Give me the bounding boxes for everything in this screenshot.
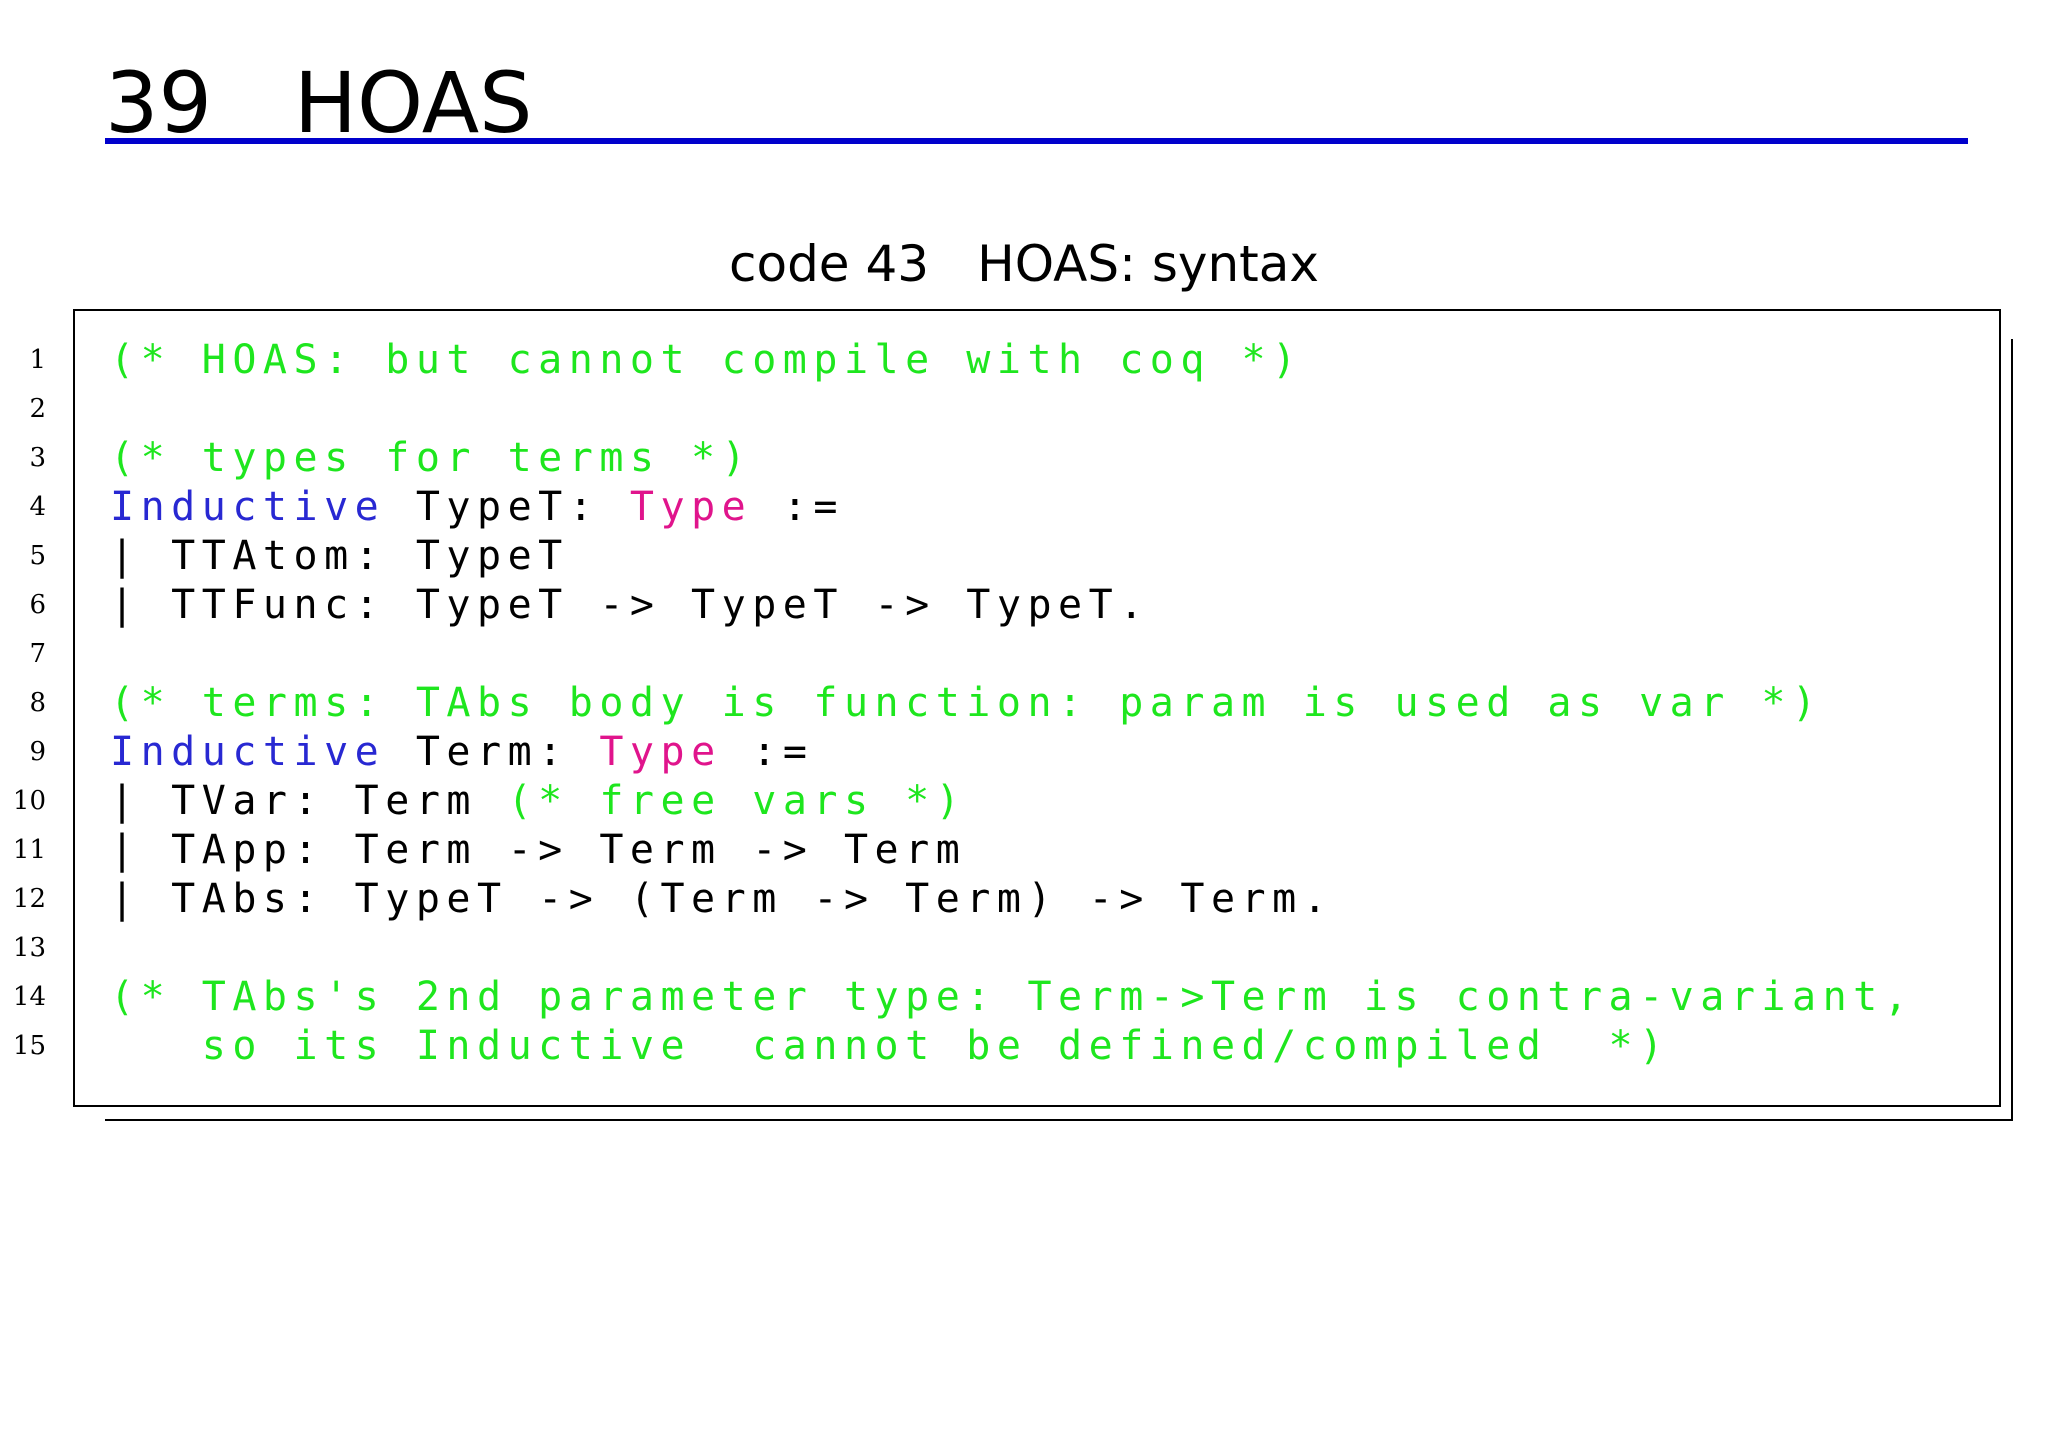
code-line: Inductive TypeT: Type := [110, 483, 1914, 532]
line-number: 11 [12, 835, 46, 865]
code-line: (* terms: TAbs body is function: param i… [110, 679, 1914, 728]
code-listing-body: (* HOAS: but cannot compile with coq *) (… [110, 336, 1914, 1071]
line-number: 13 [12, 933, 46, 963]
code-token-plain: := [721, 729, 814, 775]
line-number: 1 [29, 345, 46, 375]
code-line: | TApp: Term -> Term -> Term [110, 826, 1914, 875]
section-heading: 39 HOAS [105, 58, 532, 148]
code-token-comment: (* TAbs's 2nd parameter type: Term->Term… [110, 974, 1915, 1020]
code-line: | TVar: Term (* free vars *) [110, 777, 1914, 826]
code-frame-shadow-right [2011, 339, 2013, 1121]
code-line: | TTAtom: TypeT [110, 532, 1914, 581]
code-token-plain: | TTAtom: TypeT [110, 533, 569, 579]
code-line: (* HOAS: but cannot compile with coq *) [110, 336, 1914, 385]
code-token-plain: | TApp: Term -> Term -> Term [110, 827, 967, 873]
line-number: 6 [29, 590, 46, 620]
line-number: 12 [12, 884, 46, 914]
line-number: 9 [29, 737, 46, 767]
code-line: so its Inductive cannot be defined/compi… [110, 1022, 1914, 1071]
code-token-type: Type [599, 729, 722, 775]
line-number: 14 [12, 982, 46, 1012]
code-line: Inductive Term: Type := [110, 728, 1914, 777]
code-token-comment: (* HOAS: but cannot compile with coq *) [110, 337, 1303, 383]
code-token-plain: | TAbs: TypeT -> (Term -> Term) -> Term. [110, 876, 1334, 922]
code-token-plain: TypeT: [385, 484, 630, 530]
line-number-gutter: 1 2 3 4 5 6 7 8 9 10 11 12 13 14 15 [0, 336, 46, 1071]
listing-caption-text: HOAS: syntax [977, 235, 1320, 293]
code-token-keyword: Inductive [110, 484, 386, 530]
code-token-plain: Term: [385, 729, 600, 775]
code-token-comment: (* free vars *) [507, 778, 967, 824]
section-number: 39 [105, 54, 212, 152]
heading-underline [105, 138, 1968, 144]
code-line: | TTFunc: TypeT -> TypeT -> TypeT. [110, 581, 1914, 630]
code-line: | TAbs: TypeT -> (Term -> Term) -> Term. [110, 875, 1914, 924]
line-number: 10 [12, 786, 46, 816]
code-token-plain: | TVar: Term [110, 778, 508, 824]
code-line: (* types for terms *) [110, 434, 1914, 483]
code-token-plain: | TTFunc: TypeT -> TypeT -> TypeT. [110, 582, 1150, 628]
line-number: 15 [12, 1031, 46, 1061]
code-token-keyword: Inductive [110, 729, 386, 775]
line-number: 7 [29, 639, 46, 669]
code-line: (* TAbs's 2nd parameter type: Term->Term… [110, 973, 1914, 1022]
line-number: 3 [29, 443, 46, 473]
code-token-comment: (* types for terms *) [110, 435, 753, 481]
line-number: 5 [29, 541, 46, 571]
code-frame-shadow-bottom [105, 1119, 2013, 1121]
line-number: 4 [29, 492, 46, 522]
line-number: 8 [29, 688, 46, 718]
code-token-comment: (* terms: TAbs body is function: param i… [110, 680, 1823, 726]
code-token-comment: so its Inductive cannot be defined/compi… [110, 1023, 1670, 1069]
code-token-type: Type [629, 484, 753, 530]
code-token-plain: := [752, 484, 844, 530]
line-number: 2 [29, 394, 46, 424]
listing-caption-label: code 43 [728, 235, 930, 293]
listing-caption: code 43 HOAS: syntax [0, 232, 2048, 296]
